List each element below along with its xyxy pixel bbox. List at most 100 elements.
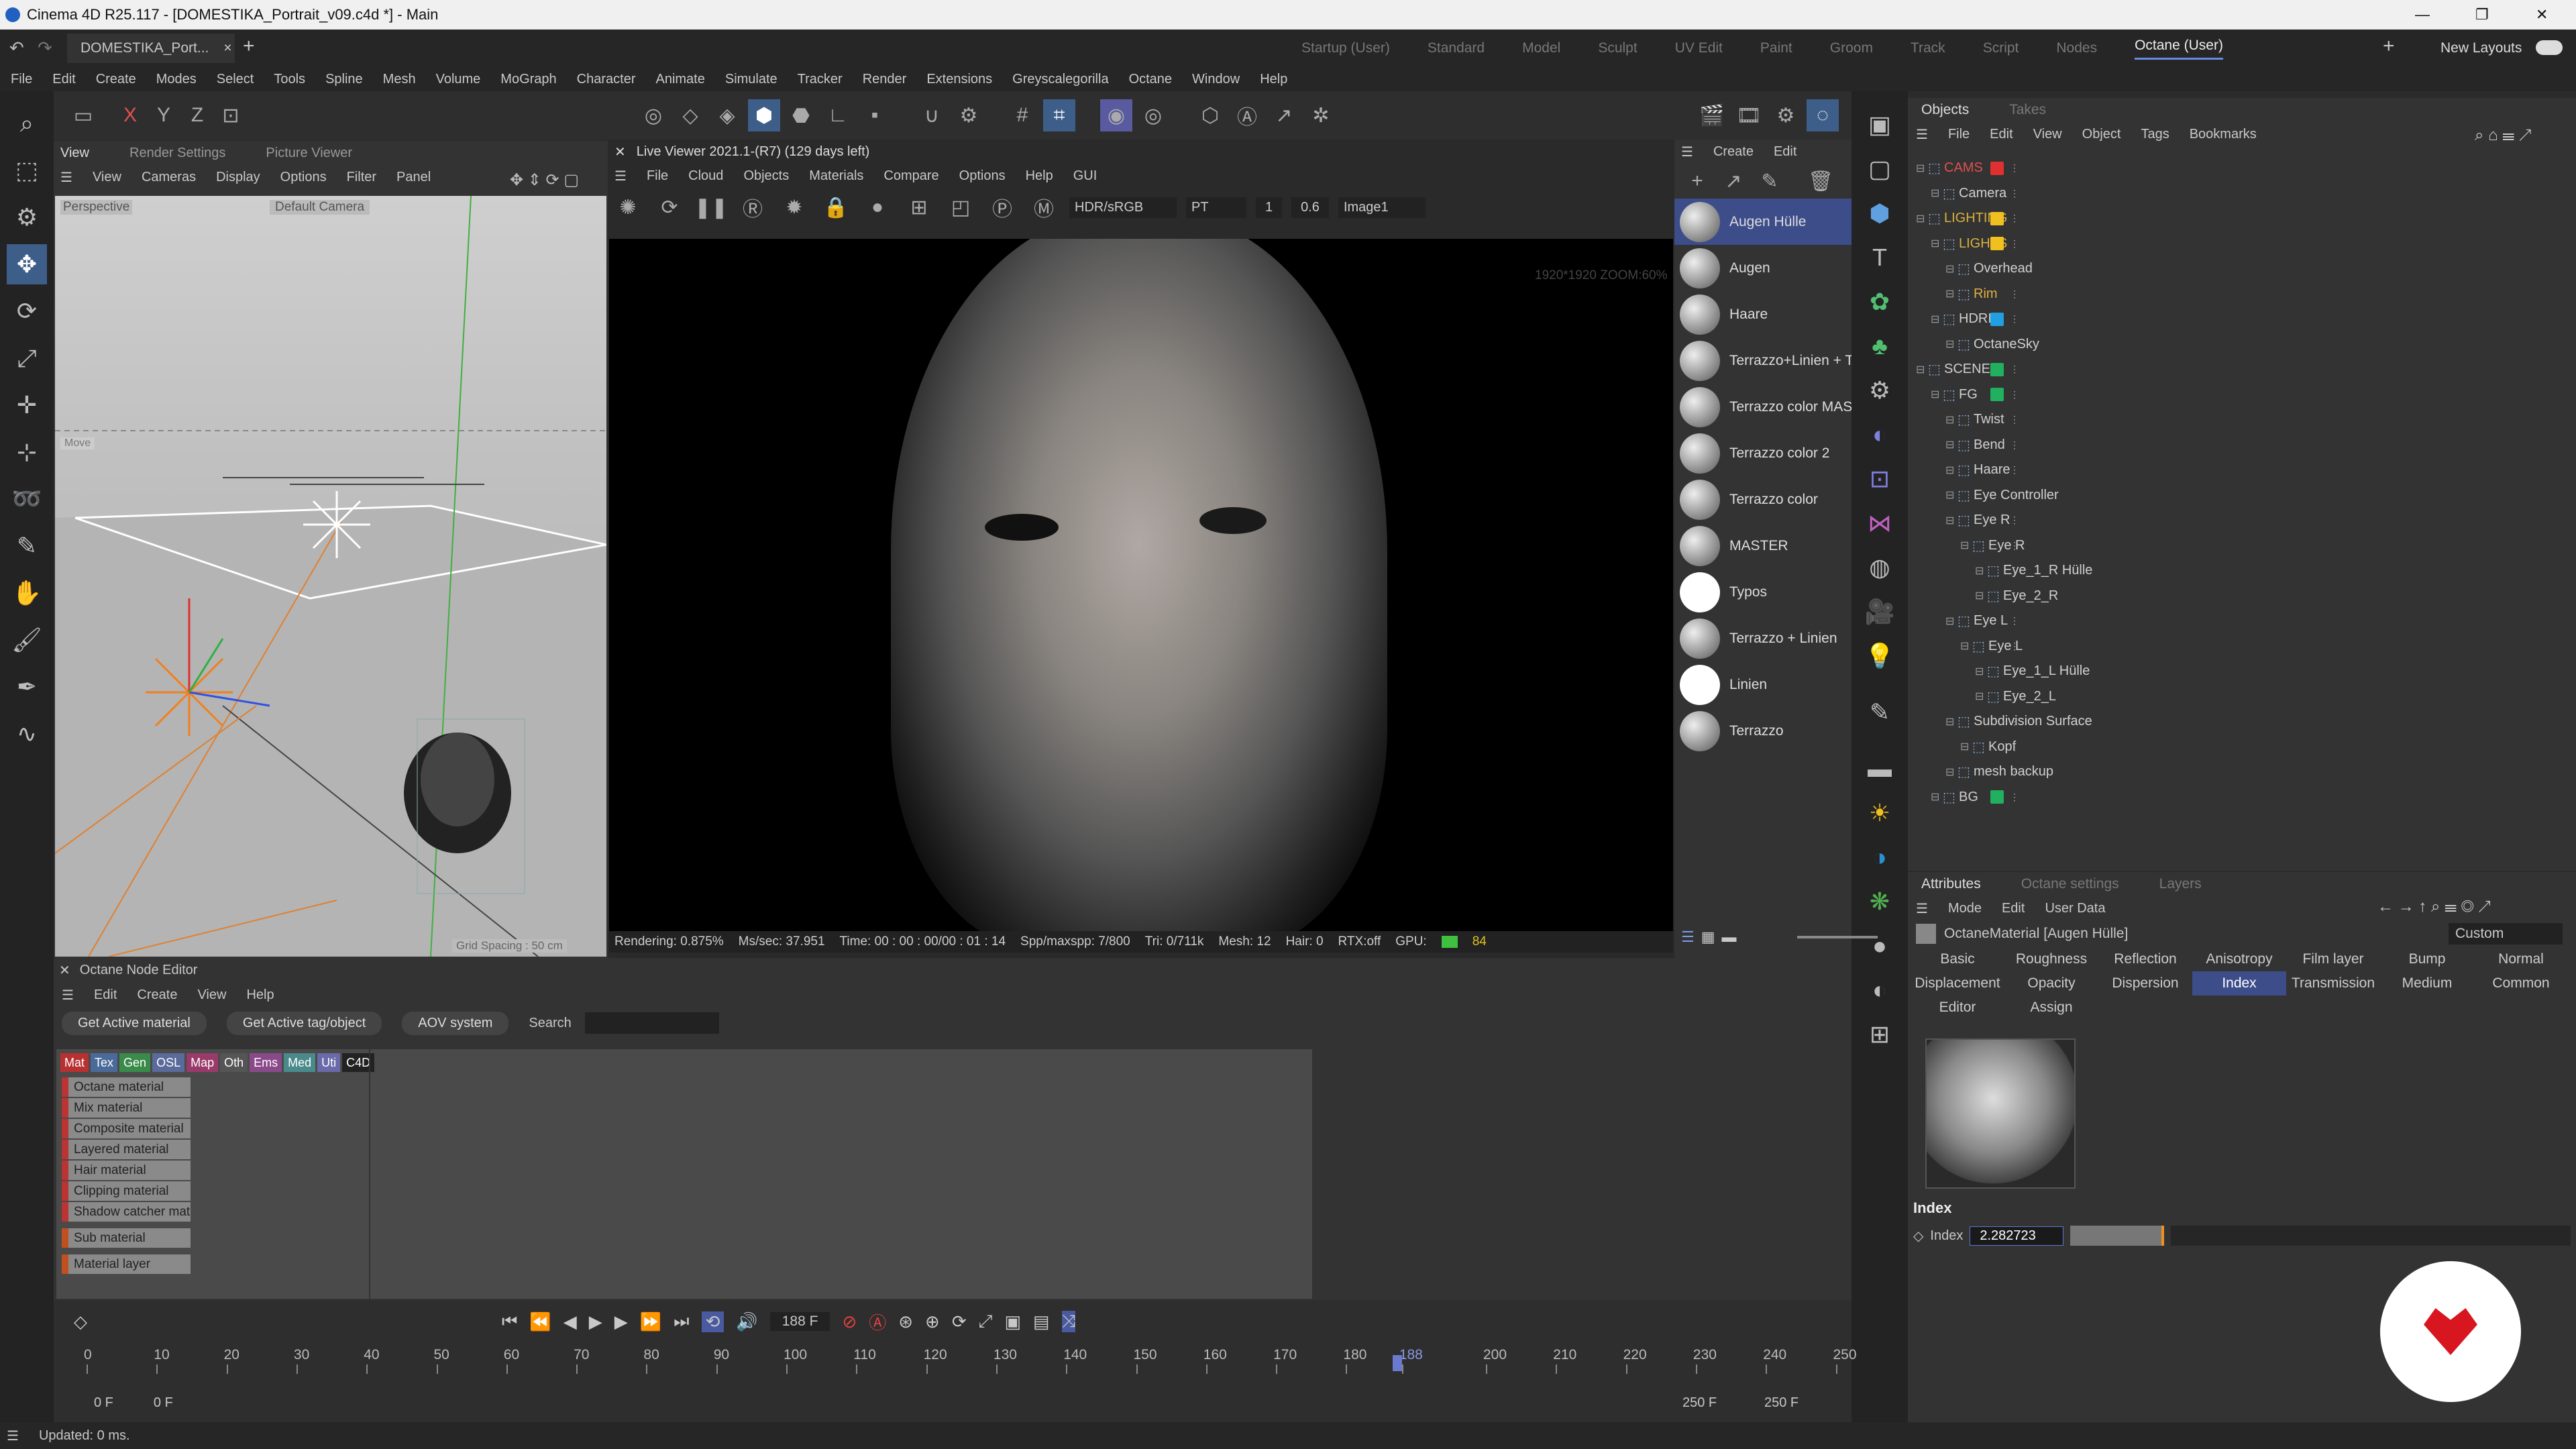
octane-sun-icon[interactable]: ☀ bbox=[1860, 793, 1900, 833]
objects-menu-1[interactable]: Edit bbox=[1990, 127, 2012, 142]
node-editor-menu-0[interactable]: Edit bbox=[94, 987, 117, 1003]
viewport-menu-4[interactable]: Filter bbox=[347, 170, 376, 185]
node-editor-menu-1[interactable]: Create bbox=[137, 987, 177, 1003]
expand-icon[interactable]: ⊟ bbox=[1975, 589, 1987, 602]
visibility-dots[interactable]: ⋮ bbox=[2010, 691, 2019, 702]
rotate-tool-icon[interactable]: ⟳ bbox=[7, 291, 47, 331]
octane-mix-icon[interactable]: ◐ bbox=[1860, 970, 1900, 1010]
layout-tab-9[interactable]: Nodes bbox=[2056, 40, 2097, 56]
cloner-icon[interactable]: ♣ bbox=[1860, 326, 1900, 366]
redo-icon[interactable]: ↷ bbox=[38, 38, 52, 58]
play-icon[interactable]: ▶ bbox=[589, 1311, 602, 1332]
object-row[interactable]: ⊟ ⬚ Eye_2_L ⋮ bbox=[1908, 684, 2576, 710]
attributes-tab-2[interactable]: Layers bbox=[2159, 876, 2202, 892]
menu-9[interactable]: MoGraph bbox=[500, 72, 556, 87]
menu-0[interactable]: File bbox=[11, 72, 32, 87]
generator-icon[interactable]: ✿ bbox=[1860, 282, 1900, 322]
light-icon[interactable]: 💡 bbox=[1860, 636, 1900, 676]
object-row[interactable]: ⊟ ⬚ Overhead ⋮ bbox=[1908, 256, 2576, 282]
value2-field[interactable]: 0.6 bbox=[1291, 197, 1329, 218]
expand-icon[interactable]: ⊟ bbox=[1945, 488, 1957, 502]
z-axis-icon[interactable]: Z bbox=[181, 99, 213, 131]
layout-tab-4[interactable]: UV Edit bbox=[1675, 40, 1723, 56]
menu-14[interactable]: Render bbox=[863, 72, 907, 87]
visibility-dots[interactable]: ⋮ bbox=[2010, 590, 2019, 602]
material-item[interactable]: Terrazzo color MAS bbox=[1674, 384, 1851, 430]
value1-field[interactable]: 1 bbox=[1256, 197, 1283, 218]
material-item[interactable]: Augen bbox=[1674, 245, 1851, 291]
objects-menu-0[interactable]: File bbox=[1948, 127, 1970, 142]
node-category-tab[interactable]: Mat bbox=[60, 1053, 89, 1072]
grid-snap-icon[interactable]: # bbox=[1006, 99, 1038, 131]
objects-menu-5[interactable]: Bookmarks bbox=[2190, 127, 2257, 142]
object-row[interactable]: ⊟ ⬚ Bend ⋮ bbox=[1908, 433, 2576, 458]
prev-key-icon[interactable]: ⏪ bbox=[529, 1311, 551, 1332]
new-layouts-label[interactable]: New Layouts bbox=[2440, 40, 2522, 56]
key-settings-icon[interactable]: ⊛ bbox=[898, 1311, 913, 1332]
move-tool-icon[interactable]: ✥ bbox=[7, 244, 47, 284]
viewport-tab-2[interactable]: Picture Viewer bbox=[266, 146, 352, 161]
expand-icon[interactable]: ⊟ bbox=[1931, 186, 1943, 200]
octane-scatter-icon[interactable]: ❋ bbox=[1860, 881, 1900, 922]
render-view-icon[interactable]: 🎬 bbox=[1696, 99, 1728, 131]
sound-icon[interactable]: 🔊 bbox=[736, 1311, 757, 1332]
layer-color-swatch[interactable] bbox=[1990, 362, 2004, 376]
playhead[interactable] bbox=[1393, 1355, 1402, 1371]
hamburger-icon[interactable]: ☰ bbox=[1916, 126, 1928, 143]
object-row[interactable]: ⊟ ⬚ Eye_2_R ⋮ bbox=[1908, 584, 2576, 609]
next-frame-icon[interactable]: ▶ bbox=[614, 1311, 628, 1332]
lock-workplane-icon[interactable]: ◉ bbox=[1100, 99, 1132, 131]
knife-icon[interactable]: ✒ bbox=[7, 667, 47, 707]
camera-icon[interactable]: 🎥 bbox=[1860, 592, 1900, 632]
list-view-icon[interactable]: ☰ bbox=[1681, 928, 1695, 946]
guide-icon[interactable]: ◎ bbox=[1137, 99, 1169, 131]
loop-icon[interactable]: ⟲ bbox=[701, 1311, 724, 1332]
layout-tab-10[interactable]: Octane (User) bbox=[2135, 38, 2223, 60]
octane-viewport-icon[interactable]: ▣ bbox=[1860, 105, 1900, 145]
y-axis-icon[interactable]: Y bbox=[148, 99, 180, 131]
object-row[interactable]: ⊟ ⬚ Eye R ⋮ bbox=[1908, 533, 2576, 559]
node-editor-menu-2[interactable]: View bbox=[197, 987, 226, 1003]
key-scale-icon[interactable]: ⤢ bbox=[979, 1311, 993, 1332]
menu-12[interactable]: Simulate bbox=[725, 72, 777, 87]
brush-icon[interactable]: 🖌 bbox=[7, 620, 47, 660]
visibility-dots[interactable]: ⋮ bbox=[2010, 414, 2019, 425]
expand-icon[interactable]: ⊟ bbox=[1960, 539, 1972, 552]
object-row[interactable]: ⊟ ⬚ FG ⋮ bbox=[1908, 382, 2576, 408]
render-region-icon[interactable]: ▭ bbox=[67, 99, 99, 131]
coordinate-icon[interactable]: ⊡ bbox=[215, 99, 247, 131]
node-item[interactable]: Hair material bbox=[62, 1161, 191, 1180]
node-item[interactable]: Octane material bbox=[62, 1077, 191, 1097]
range-end-field-2[interactable]: 250 F bbox=[1764, 1395, 1799, 1411]
viewport-canvas[interactable]: Perspective Default Camera Move Grid Spa… bbox=[55, 196, 606, 957]
object-row[interactable]: ⊟ ⬚ Kopf ⋮ bbox=[1908, 735, 2576, 760]
objects-menu-4[interactable]: Tags bbox=[2141, 127, 2169, 142]
add-material-icon[interactable]: + bbox=[1681, 165, 1713, 197]
key-pla-icon[interactable]: ▤ bbox=[1033, 1311, 1050, 1332]
material-menu-0[interactable]: Create bbox=[1713, 144, 1754, 160]
magnet-snap-icon[interactable]: ∪ bbox=[916, 99, 948, 131]
objects-tab-0[interactable]: Objects bbox=[1921, 102, 1969, 118]
close-tab-icon[interactable]: × bbox=[223, 40, 231, 56]
go-to-start-icon[interactable]: ⏮ bbox=[502, 1311, 517, 1332]
attributes-menu-0[interactable]: Mode bbox=[1948, 901, 1982, 916]
image-select[interactable]: Image1 bbox=[1338, 197, 1426, 218]
layer-color-swatch[interactable] bbox=[1990, 388, 2004, 402]
attributes-tab-0[interactable]: Attributes bbox=[1921, 876, 1981, 892]
menu-7[interactable]: Mesh bbox=[383, 72, 416, 87]
channel-tab[interactable]: Film layer bbox=[2286, 947, 2380, 971]
add-region-icon[interactable]: ⊞ bbox=[903, 191, 935, 223]
node-item[interactable]: Clipping material bbox=[62, 1181, 191, 1201]
add-tab-icon[interactable]: + bbox=[243, 35, 255, 58]
material-item[interactable]: Terrazzo + Linien bbox=[1674, 615, 1851, 661]
menu-8[interactable]: Volume bbox=[436, 72, 481, 87]
menu-18[interactable]: Window bbox=[1192, 72, 1240, 87]
visibility-dots[interactable]: ⋮ bbox=[2010, 288, 2019, 300]
close-button[interactable]: ✕ bbox=[2536, 6, 2548, 23]
visibility-dots[interactable]: ⋮ bbox=[2010, 188, 2019, 199]
objects-search-icon[interactable]: ⌕ ⌂ ☰ ↗ bbox=[2475, 126, 2532, 145]
text-icon[interactable]: T bbox=[1860, 237, 1900, 278]
node-category-tab[interactable]: Med bbox=[284, 1053, 316, 1072]
visibility-dots[interactable]: ⋮ bbox=[2010, 641, 2019, 652]
material-item[interactable]: Linien bbox=[1674, 661, 1851, 708]
